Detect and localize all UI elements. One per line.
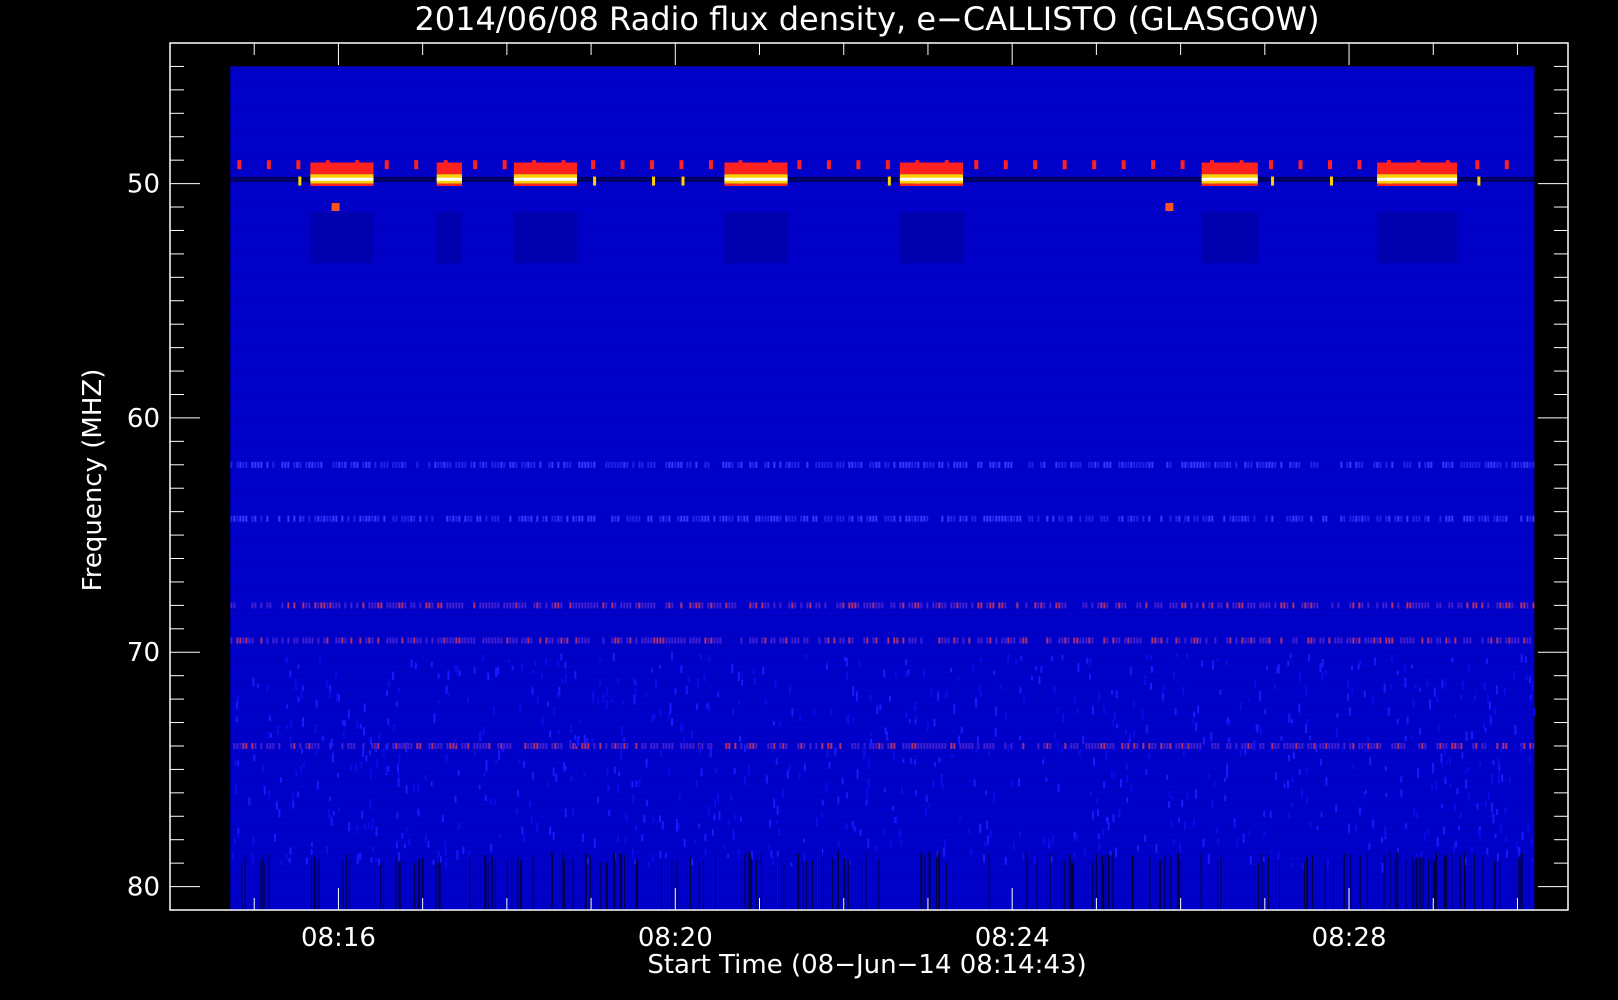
- burst-shadow-region: [724, 211, 788, 264]
- burst-shadow-region: [1201, 211, 1258, 264]
- burst-band: [310, 162, 374, 186]
- chart-title: 2014/06/08 Radio flux density, e−CALLIST…: [414, 0, 1319, 38]
- y-tick-label: 80: [127, 873, 160, 903]
- x-tick-label: 08:20: [638, 923, 713, 953]
- burst-band: [1201, 162, 1258, 186]
- burst-shadow-region: [513, 211, 578, 264]
- x-tick-label: 08:28: [1312, 923, 1387, 953]
- band-50mhz-baseline: [230, 176, 1535, 182]
- y-axis-label: Frequency (MHZ): [78, 369, 108, 592]
- burst-shadow-region: [899, 211, 964, 264]
- x-axis-label: Start Time (08−Jun−14 08:14:43): [647, 950, 1086, 980]
- burst-band: [513, 162, 578, 186]
- x-tick-label: 08:24: [975, 923, 1050, 953]
- burst-shadow-region: [436, 211, 462, 264]
- y-tick-label: 60: [127, 404, 160, 434]
- burst-band: [436, 162, 462, 186]
- burst-shadow-region: [310, 211, 374, 264]
- burst-shadow-region: [1377, 211, 1458, 264]
- y-tick-label: 50: [127, 170, 160, 200]
- burst-band: [899, 162, 964, 186]
- spectrogram-noise-texture: [230, 66, 1535, 910]
- faint-band: [230, 602, 1535, 609]
- point-source: [331, 203, 340, 212]
- point-source: [1165, 203, 1174, 212]
- burst-band: [1377, 162, 1458, 186]
- y-tick-label: 70: [127, 638, 160, 668]
- x-tick-label: 08:16: [301, 923, 376, 953]
- spectrogram-chart: 50 60 70 80 08:16 08:20 08:24 08:28 2014/06/08 …: [0, 0, 1618, 1000]
- burst-band: [724, 162, 788, 186]
